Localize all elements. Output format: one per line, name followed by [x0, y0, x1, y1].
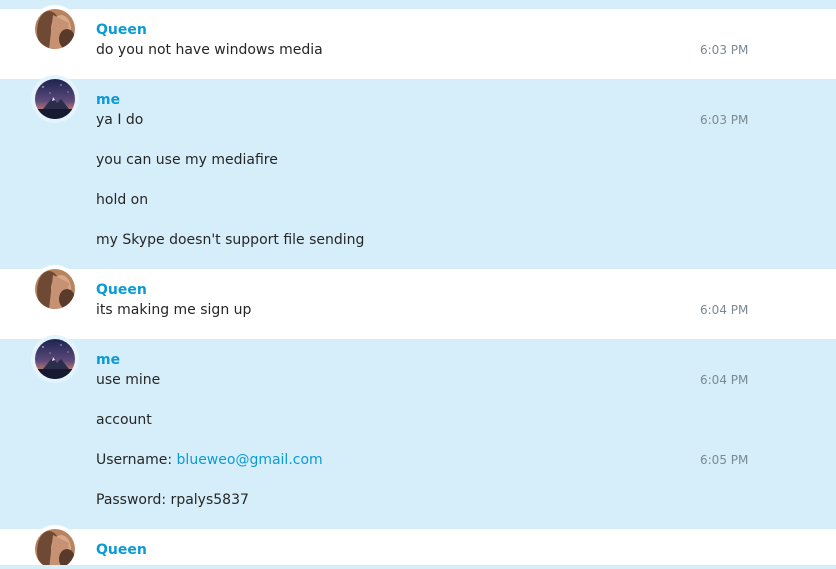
sender-name: Queen — [96, 542, 147, 558]
message-time: 6:05 PM — [700, 453, 749, 467]
message-time: 6:03 PM — [700, 113, 749, 127]
message-group: Queen — [0, 525, 836, 569]
message-group: me use mine 6:04 PM account Username: bl… — [0, 335, 836, 529]
message-time: 6:04 PM — [700, 373, 749, 387]
username-label: Username: — [96, 452, 177, 468]
message-text: hold on — [96, 192, 149, 208]
message-group: Queen its making me sign up 6:04 PM — [0, 265, 836, 339]
me-avatar-icon — [35, 79, 75, 119]
message-text: Password: rpalys5837 — [96, 492, 249, 508]
avatar-me[interactable] — [31, 335, 79, 383]
queen-avatar-icon — [35, 529, 75, 569]
message-text: you can use my mediafire — [96, 152, 278, 168]
message-text: account — [96, 412, 152, 428]
avatar-queen[interactable] — [31, 5, 79, 53]
queen-avatar-icon — [35, 269, 75, 309]
message-text: do you not have windows media — [96, 42, 323, 58]
avatar-queen[interactable] — [31, 265, 79, 313]
sender-name: Queen — [96, 282, 147, 298]
message-time: 6:04 PM — [700, 303, 749, 317]
avatar-me[interactable] — [31, 75, 79, 123]
message-text: ya I do — [96, 112, 144, 128]
avatar-queen[interactable] — [31, 525, 79, 569]
sender-name: me — [96, 92, 121, 108]
message-text-username: Username: blueweo@gmail.com — [96, 450, 323, 470]
message-group: Queen do you not have windows media 6:03… — [0, 5, 836, 79]
message-text: my Skype doesn't support file sending — [96, 232, 365, 248]
message-text: its making me sign up — [96, 302, 252, 318]
previous-message-edge — [0, 0, 836, 9]
chat-history: Queen do you not have windows media 6:03… — [0, 0, 836, 569]
message-group: me ya I do 6:03 PM you can use my mediaf… — [0, 75, 836, 269]
composer-edge — [0, 565, 836, 569]
message-text: use mine — [96, 372, 161, 388]
sender-name: me — [96, 352, 121, 368]
message-time: 6:03 PM — [700, 43, 749, 57]
sender-name: Queen — [96, 22, 147, 38]
queen-avatar-icon — [35, 9, 75, 49]
email-link[interactable]: blueweo@gmail.com — [177, 452, 323, 468]
me-avatar-icon — [35, 339, 75, 379]
